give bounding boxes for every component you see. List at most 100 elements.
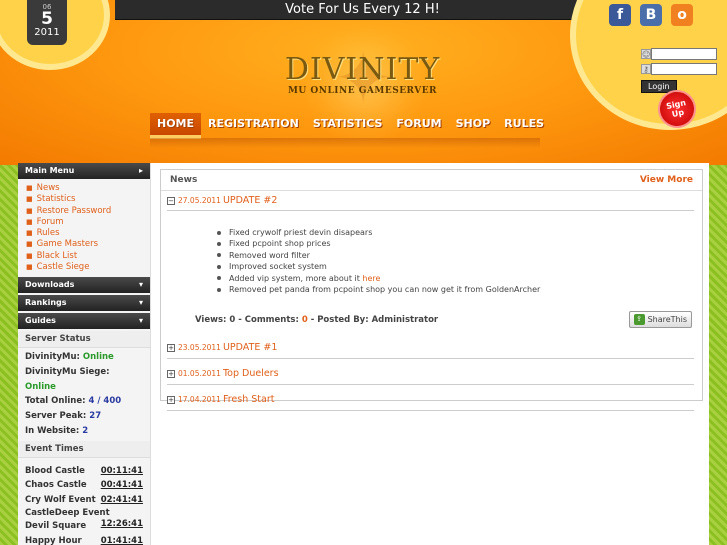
bullet-icon: ■ xyxy=(26,206,33,215)
expand-icon[interactable]: + xyxy=(167,369,175,378)
vkontakte-icon[interactable]: B xyxy=(640,4,662,26)
collapse-icon[interactable]: − xyxy=(167,196,175,205)
login-button[interactable]: Login xyxy=(641,80,677,93)
news-date: 01.05.2011 xyxy=(178,369,221,379)
date-year: 2011 xyxy=(34,27,60,38)
bullet-icon: ■ xyxy=(26,229,33,238)
bullet-icon: ■ xyxy=(26,184,33,192)
event-time: 01:41:41 xyxy=(100,535,143,545)
status-label: In Website: xyxy=(25,425,83,436)
news-meta: Views: 0 - Comments: 0 - Posted By: Admi… xyxy=(167,301,694,333)
expand-icon[interactable]: + xyxy=(167,395,175,404)
status-row: In Website: 2 xyxy=(18,424,150,439)
list-item-text: Improved socket system xyxy=(229,262,327,272)
news-item-collapsed: + 17.04.2011 Fresh Start xyxy=(167,390,694,412)
views-label: Views: 0 - Comments: xyxy=(195,314,302,325)
bullet-icon: ■ xyxy=(26,217,33,226)
event-name: Blood Castle xyxy=(25,465,85,476)
menu-item-restore-password[interactable]: ■ Restore Password xyxy=(26,206,150,217)
nav-statistics[interactable]: STATISTICS xyxy=(306,113,390,139)
menu-item-game-masters[interactable]: ■ Game Masters xyxy=(26,239,150,250)
vip-info-link[interactable]: here xyxy=(362,274,380,283)
news-item-title[interactable]: + 17.04.2011 Fresh Start xyxy=(167,390,694,412)
status-value: 4 / 400 xyxy=(88,396,122,407)
status-value: 27 xyxy=(89,411,102,422)
news-stats: Views: 0 - Comments: 0 - Posted By: Admi… xyxy=(195,315,438,325)
left-pattern xyxy=(0,165,18,545)
news-date: 27.05.2011 xyxy=(178,196,221,205)
vote-banner[interactable]: Vote For Us Every 12 H! xyxy=(115,0,610,20)
downloads-title: Downloads xyxy=(25,280,75,290)
menu-item-rules[interactable]: ■ Rules xyxy=(26,228,150,239)
list-item-text: Removed pet panda from pcpoint shop you … xyxy=(229,285,541,295)
sidebar: Main Menu ▸ ■ News ■ Statistics ■ Restore P… xyxy=(18,163,151,545)
main-menu-header[interactable]: Main Menu ▸ xyxy=(18,163,150,179)
news-date: 17.04.2011 xyxy=(178,395,221,405)
password-row: ⚷ xyxy=(641,63,721,75)
site-logo[interactable]: DIVINITY MU ONLINE GAMESERVER xyxy=(270,52,455,97)
event-row: Blood Castle 00:11:41 xyxy=(18,464,150,479)
news-headline[interactable]: Top Duelers xyxy=(223,368,279,379)
logo-subtitle: MU ONLINE GAMESERVER xyxy=(287,86,438,96)
username-input[interactable] xyxy=(651,48,717,60)
nav-forum[interactable]: FORUM xyxy=(389,113,448,139)
news-item-collapsed: + 23.05.2011 UPDATE #1 xyxy=(167,338,694,360)
status-row: Server Peak: 27 xyxy=(18,409,150,424)
news-header: News View More xyxy=(161,170,702,191)
date-day: 5 xyxy=(41,9,53,29)
bullet-icon: ■ xyxy=(26,195,33,204)
password-input[interactable] xyxy=(651,63,717,75)
menu-item-black-list[interactable]: ■ Black List xyxy=(26,251,150,262)
facebook-icon[interactable]: f xyxy=(609,4,631,26)
username-row: ☺ xyxy=(641,48,721,60)
status-label: Server Peak: xyxy=(25,411,90,422)
menu-item-forum[interactable]: ■ Forum xyxy=(26,217,150,228)
menu-item-statistics[interactable]: ■ Statistics xyxy=(26,194,150,205)
right-pattern xyxy=(709,165,727,545)
bullet-icon xyxy=(217,241,221,246)
nav-registration[interactable]: REGISTRATION xyxy=(201,113,306,139)
menu-item-castle-siege[interactable]: ■ Castle Siege xyxy=(26,262,150,273)
event-name: Happy Hour xyxy=(25,535,82,545)
bullet-icon xyxy=(217,276,221,281)
bullet-icon xyxy=(217,253,221,258)
login-panel: ☺ ⚷ Login xyxy=(641,48,721,93)
status-label: Total Online: xyxy=(25,396,89,407)
event-times-title: Event Times xyxy=(18,440,150,458)
view-more-link[interactable]: View More xyxy=(640,175,693,185)
vote-text[interactable]: Vote For Us Every 12 H! xyxy=(285,2,440,17)
nav-shop[interactable]: SHOP xyxy=(449,113,498,139)
status-row: DivinityMu Siege: Online xyxy=(18,365,150,394)
expand-icon[interactable]: + xyxy=(167,343,175,352)
list-item: Added vip system, more about it here xyxy=(217,273,694,284)
logo-title: DIVINITY xyxy=(284,52,441,87)
news-headline[interactable]: UPDATE #1 xyxy=(223,342,277,353)
share-button[interactable]: ⇪ ShareThis xyxy=(628,311,692,329)
list-item-text: Removed word filter xyxy=(229,250,310,260)
event-name: Cry Wolf Event xyxy=(25,495,96,506)
bullet-icon xyxy=(217,230,221,235)
nav-rules[interactable]: RULES xyxy=(497,113,551,139)
list-item: Removed pet panda from pcpoint shop you … xyxy=(217,284,694,295)
rankings-title: Rankings xyxy=(25,298,67,308)
status-value: 2 xyxy=(82,425,89,436)
chevron-down-icon: ▾ xyxy=(138,280,143,290)
list-item-text: Fixed crywolf priest devin disapears xyxy=(229,228,373,237)
main-menu-title: Main Menu xyxy=(25,166,75,175)
downloads-header[interactable]: Downloads ▾ xyxy=(18,277,150,294)
news-headline[interactable]: Fresh Start xyxy=(223,394,275,405)
news-headline[interactable]: UPDATE #2 xyxy=(223,195,277,206)
news-item-title[interactable]: + 23.05.2011 UPDATE #1 xyxy=(167,338,694,360)
guides-header[interactable]: Guides ▾ xyxy=(18,313,150,330)
bullet-icon: ■ xyxy=(26,240,33,249)
menu-item-label: Black List xyxy=(36,250,78,261)
posted-by: - Posted By: Administrator xyxy=(307,314,439,325)
key-icon: ⚷ xyxy=(641,64,651,74)
news-item-title[interactable]: − 27.05.2011 UPDATE #2 xyxy=(167,191,694,211)
nav-home[interactable]: HOME xyxy=(150,113,202,139)
menu-item-news[interactable]: ■ News xyxy=(26,183,150,194)
event-time: 12:26:41 xyxy=(100,518,143,529)
news-item-title[interactable]: + 01.05.2011 Top Duelers xyxy=(167,364,694,386)
rankings-header[interactable]: Rankings ▾ xyxy=(18,295,150,312)
odnoklassniki-icon[interactable]: o xyxy=(671,4,693,26)
